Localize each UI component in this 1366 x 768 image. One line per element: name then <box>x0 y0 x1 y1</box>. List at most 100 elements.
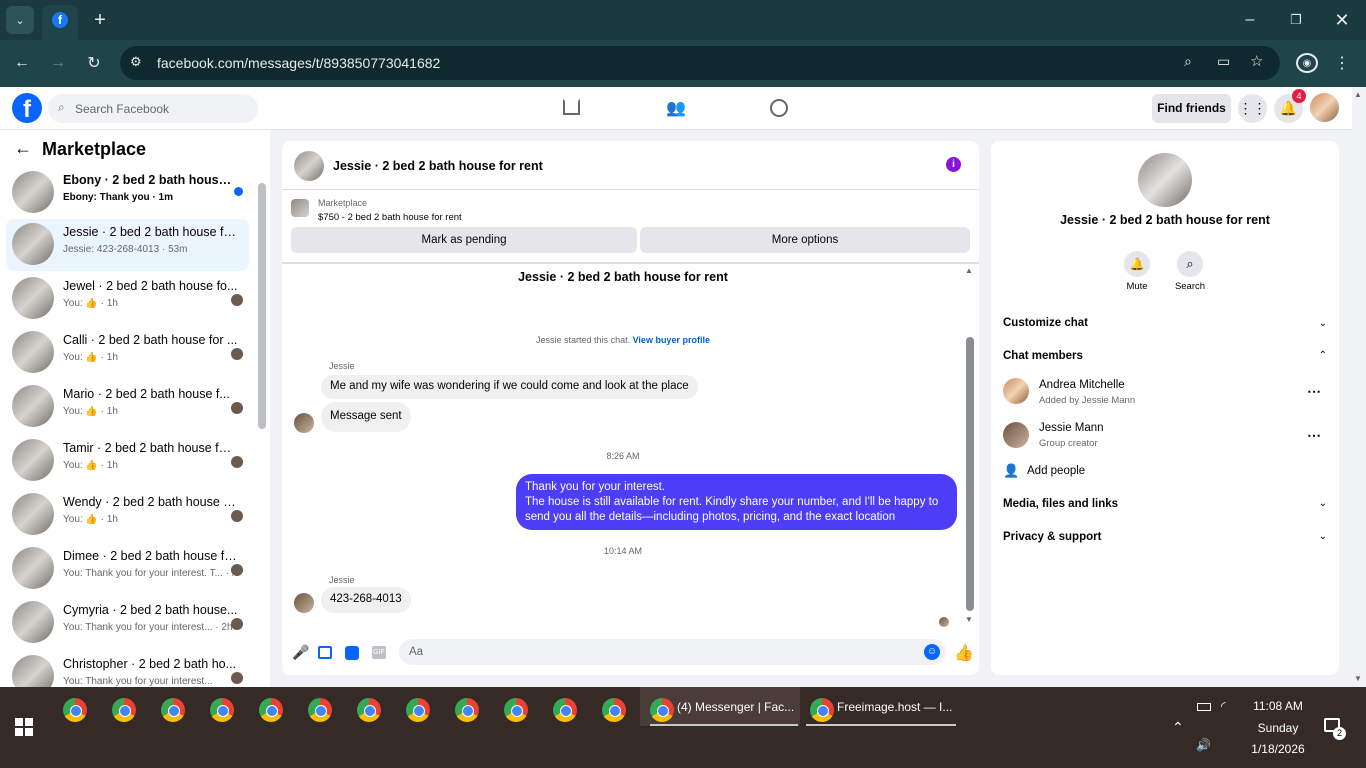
chrome-taskbar-icon[interactable] <box>455 698 479 722</box>
member-avatar[interactable] <box>1003 378 1029 404</box>
profile-icon[interactable]: ◉ <box>1296 53 1318 73</box>
message-bubble[interactable]: Message sent <box>321 402 411 432</box>
new-tab-button[interactable]: + <box>88 6 112 34</box>
member-options-icon[interactable]: ⋯ <box>1307 383 1321 400</box>
listing-thumbnail[interactable] <box>291 199 309 217</box>
clock-time[interactable]: 11:08 AM <box>1228 699 1328 713</box>
chrome-taskbar-icon[interactable] <box>112 698 136 722</box>
photo-icon[interactable] <box>318 646 332 659</box>
listing-price[interactable]: $750 - 2 bed 2 bath house for rent <box>318 212 462 223</box>
clock-date[interactable]: 1/18/2026 <box>1228 742 1328 756</box>
minimize-button[interactable]: – <box>1238 6 1262 34</box>
forward-button[interactable]: → <box>46 50 70 76</box>
add-people-button[interactable]: Add people <box>1027 465 1085 477</box>
member-avatar[interactable] <box>1003 422 1029 448</box>
site-settings-icon[interactable]: ⚙ <box>130 54 142 70</box>
back-button[interactable]: ← <box>10 50 34 76</box>
chrome-taskbar-icon[interactable] <box>553 698 577 722</box>
page-scrollbar-down-icon[interactable]: ▼ <box>1354 674 1362 683</box>
account-avatar[interactable] <box>1310 93 1339 122</box>
conversation-item[interactable]: Jessie · 2 bed 2 bath house for r... Jess… <box>6 219 249 271</box>
chat-title[interactable]: Jessie · 2 bed 2 bath house for rent <box>333 159 543 173</box>
chevron-down-icon[interactable]: ⌄ <box>1319 498 1327 509</box>
url-text[interactable]: facebook.com/messages/t/893850773041682 <box>157 55 440 71</box>
media-files-row[interactable]: Media, files and links <box>1003 498 1118 510</box>
conversation-item[interactable]: Tamir · 2 bed 2 bath house for r... You: … <box>6 435 249 487</box>
message-bubble[interactable]: 423-268-4013 <box>321 587 411 613</box>
show-hidden-icons-chevron-icon[interactable]: ⌃ <box>1172 719 1184 736</box>
search-box[interactable]: ⌕ Search Facebook <box>48 94 258 123</box>
battery-icon[interactable] <box>1197 703 1211 711</box>
privacy-support-row[interactable]: Privacy & support <box>1003 531 1101 543</box>
volume-icon[interactable]: 🔊 <box>1196 738 1211 752</box>
mark-as-pending-button[interactable]: Mark as pending <box>291 227 637 253</box>
chrome-taskbar-icon[interactable] <box>210 698 234 722</box>
more-options-button[interactable]: More options <box>640 227 970 253</box>
chat-members-row[interactable]: Chat members <box>1003 350 1083 362</box>
friends-icon[interactable]: 👥 <box>666 98 686 118</box>
listing-avatar[interactable] <box>1138 153 1192 207</box>
back-arrow-icon[interactable]: ← <box>14 138 32 159</box>
emoji-icon[interactable]: ☺ <box>924 644 940 660</box>
conversation-item[interactable]: Dimee · 2 bed 2 bath house for ... You: T… <box>6 543 249 595</box>
find-friends-button[interactable]: Find friends <box>1152 94 1231 123</box>
menu-kebab-icon[interactable]: ⋮ <box>1334 52 1350 74</box>
chrome-taskbar-icon[interactable] <box>810 698 834 722</box>
wifi-icon[interactable]: ◜ <box>1221 699 1226 713</box>
conversation-item[interactable]: Calli · 2 bed 2 bath house for ... You: 👍… <box>6 327 249 379</box>
chrome-taskbar-icon[interactable] <box>259 698 283 722</box>
groups-icon[interactable] <box>770 99 788 117</box>
add-people-icon[interactable]: 👤 <box>1003 463 1019 479</box>
search-icon[interactable]: ⌕ <box>1177 251 1203 277</box>
zoom-icon[interactable]: ⌕ <box>1184 53 1192 70</box>
sent-message-bubble[interactable]: Thank you for your interest. The house i… <box>516 474 957 530</box>
clock-day[interactable]: Sunday <box>1228 721 1328 735</box>
maximize-button[interactable]: ❐ <box>1284 6 1308 34</box>
messages-scrollbar[interactable] <box>966 337 974 611</box>
chevron-down-icon[interactable]: ⌄ <box>1319 318 1327 329</box>
chrome-taskbar-icon[interactable] <box>308 698 332 722</box>
chevron-up-icon[interactable]: ⌃ <box>1319 350 1327 361</box>
view-buyer-profile-link[interactable]: View buyer profile <box>633 335 710 345</box>
task-label[interactable]: Freeimage.host — I... <box>837 700 952 714</box>
conversation-item[interactable]: Jewel · 2 bed 2 bath house fo... You: 👍 ·… <box>6 273 249 325</box>
microphone-icon[interactable]: 🎤 <box>292 644 309 661</box>
chrome-taskbar-icon[interactable] <box>161 698 185 722</box>
install-app-icon[interactable]: ▭ <box>1217 53 1230 70</box>
scroll-down-arrow-icon[interactable]: ▼ <box>965 615 973 624</box>
scrollbar[interactable] <box>258 183 266 429</box>
bookmark-star-icon[interactable]: ☆ <box>1250 52 1263 70</box>
close-window-button[interactable]: ✕ <box>1330 6 1354 34</box>
conversation-item[interactable]: Mario · 2 bed 2 bath house f... You: 👍 · … <box>6 381 249 433</box>
member-name[interactable]: Andrea Mitchelle <box>1039 379 1125 391</box>
gif-icon[interactable]: GIF <box>372 646 386 659</box>
conversation-item[interactable]: Ebony · 2 bed 2 bath house fo... Ebony: T… <box>6 167 249 219</box>
address-bar[interactable]: ⚙ facebook.com/messages/t/89385077304168… <box>120 46 1280 80</box>
sticker-icon[interactable] <box>345 646 359 660</box>
tab-search-button[interactable]: ⌄ <box>6 6 34 34</box>
active-tab[interactable]: f <box>42 5 78 40</box>
chrome-taskbar-icon[interactable] <box>650 698 674 722</box>
reload-button[interactable]: ↻ <box>82 50 106 76</box>
chat-avatar[interactable] <box>294 151 324 181</box>
message-input[interactable]: Aa ☺ <box>399 639 946 665</box>
chevron-down-icon[interactable]: ⌄ <box>1319 531 1327 542</box>
info-icon[interactable]: i <box>946 157 961 172</box>
member-name[interactable]: Jessie Mann <box>1039 422 1104 434</box>
scroll-up-arrow-icon[interactable]: ▲ <box>965 266 973 275</box>
chrome-taskbar-icon[interactable] <box>406 698 430 722</box>
conversation-item[interactable]: Wendy · 2 bed 2 bath house for... You: 👍 … <box>6 489 249 541</box>
facebook-logo[interactable]: f <box>12 93 42 123</box>
customize-chat-row[interactable]: Customize chat <box>1003 317 1088 329</box>
message-bubble[interactable]: Me and my wife was wondering if we could… <box>321 375 698 399</box>
member-options-icon[interactable]: ⋯ <box>1307 427 1321 444</box>
like-thumb-icon[interactable]: 👍 <box>954 643 974 663</box>
chrome-taskbar-icon[interactable] <box>357 698 381 722</box>
home-icon[interactable] <box>563 99 580 115</box>
mute-bell-icon[interactable]: 🔔 <box>1124 251 1150 277</box>
chrome-taskbar-icon[interactable] <box>504 698 528 722</box>
windows-start-icon[interactable] <box>15 718 33 736</box>
conversation-item[interactable]: Cymyria · 2 bed 2 bath house... You: Than… <box>6 597 249 649</box>
chrome-taskbar-icon[interactable] <box>63 698 87 722</box>
page-scrollbar-up-icon[interactable]: ▲ <box>1354 90 1362 99</box>
